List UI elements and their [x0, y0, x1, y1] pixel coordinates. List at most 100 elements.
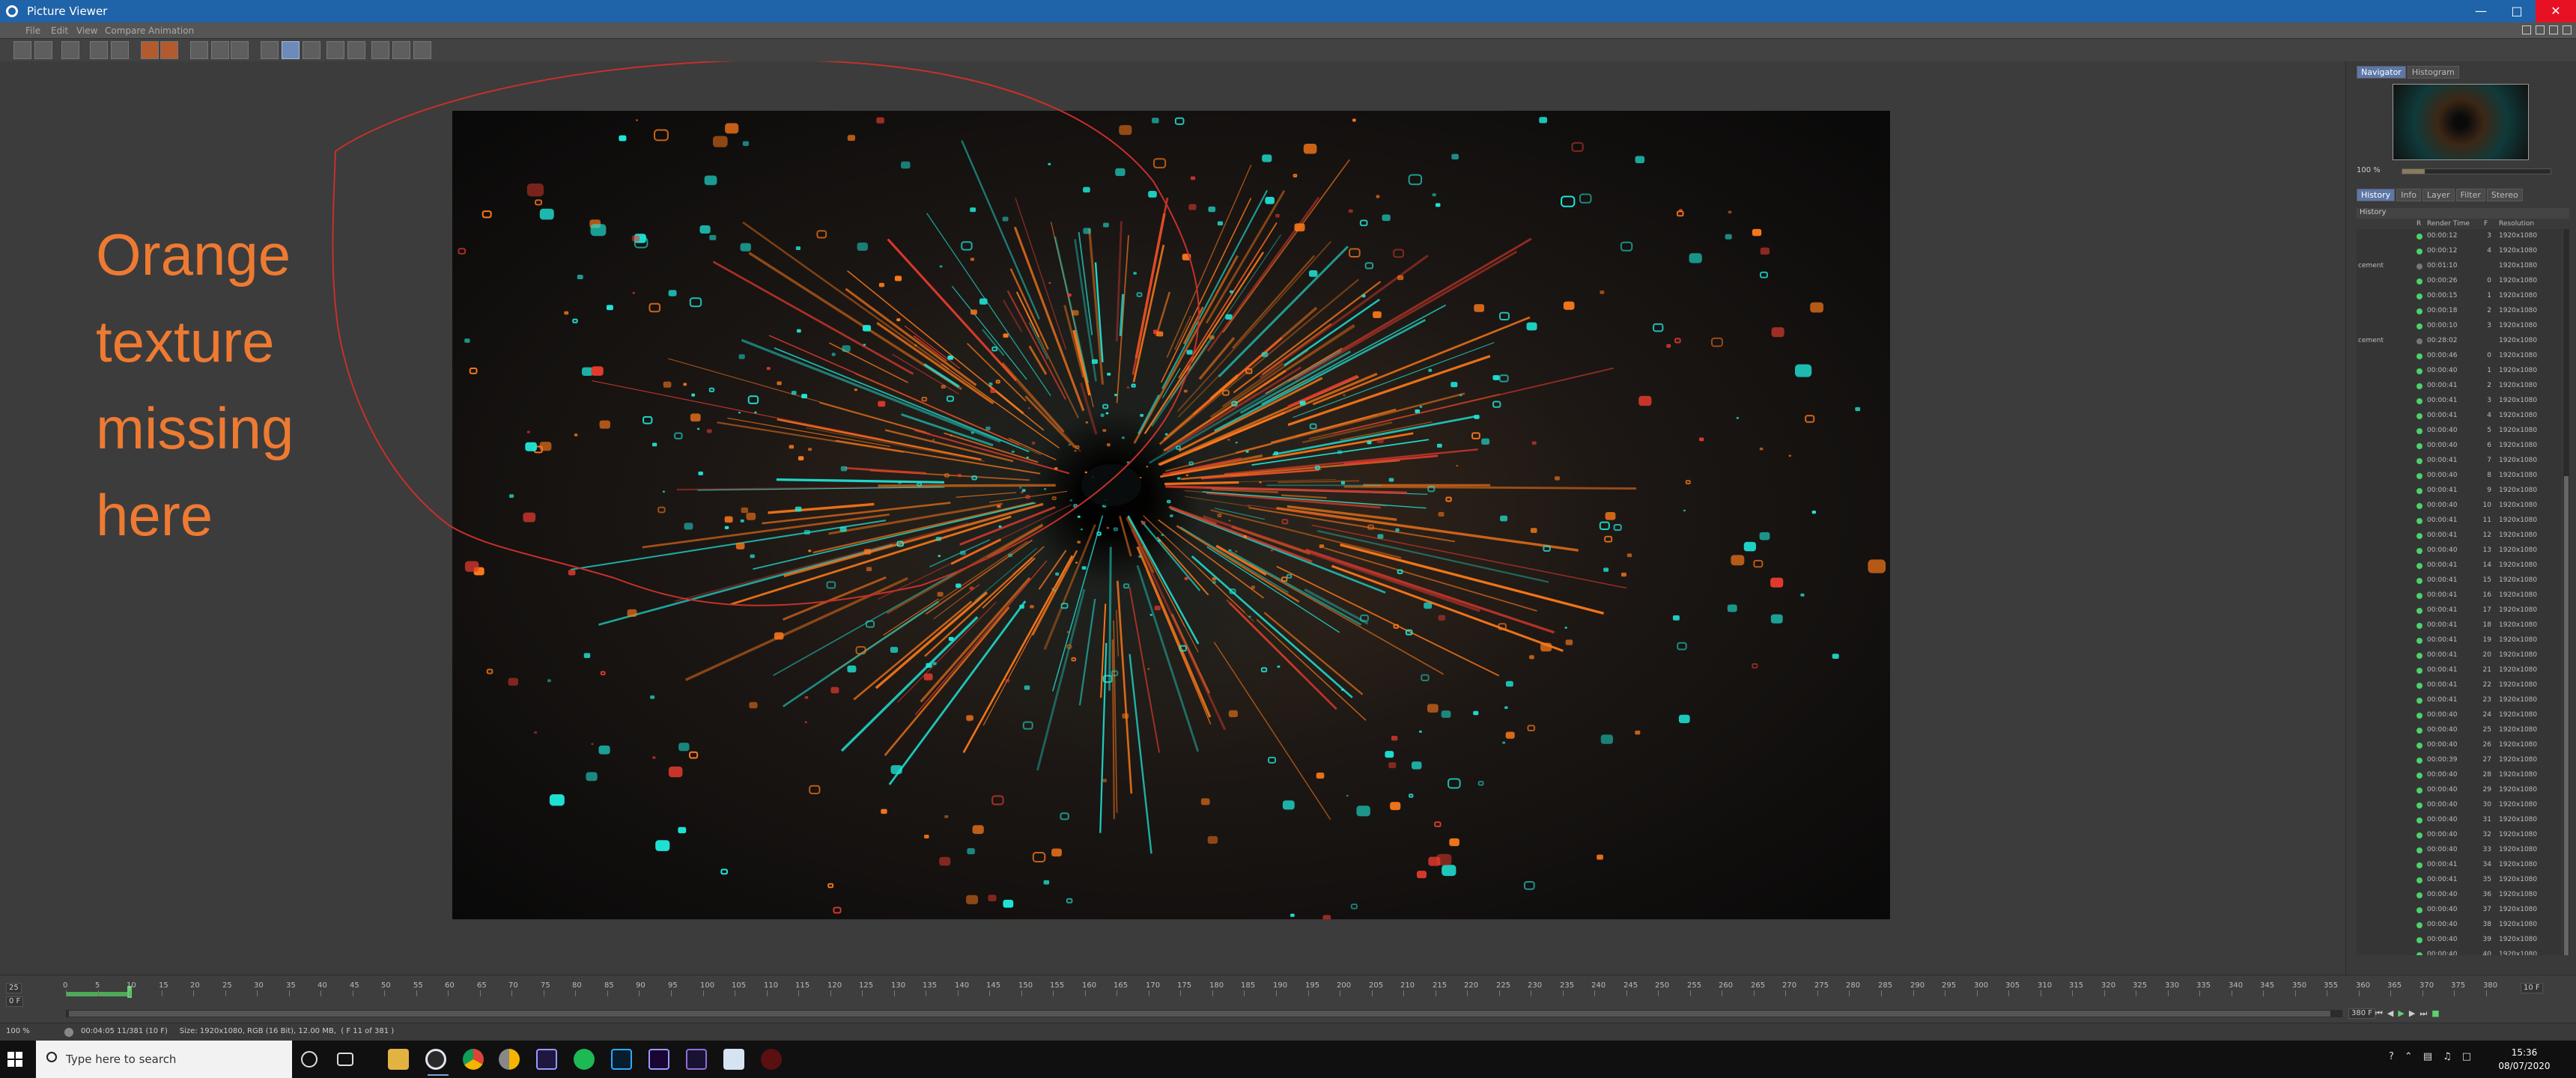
set-a-icon[interactable] [141, 41, 159, 59]
task-view-icon[interactable] [337, 1053, 353, 1066]
volume-icon[interactable]: ♫ [2443, 1051, 2452, 1062]
scrollbar-thumb[interactable] [2564, 476, 2569, 955]
ab-horizontal-icon[interactable] [326, 41, 344, 59]
help-icon[interactable]: ? [2389, 1051, 2394, 1062]
taskbar-search[interactable]: Type here to search [36, 1041, 292, 1078]
history-row[interactable]: 00:00:40 37 1920x1080 [2357, 903, 2562, 918]
cortana-icon[interactable] [301, 1051, 318, 1068]
history-row[interactable]: 00:00:40 25 1920x1080 [2357, 723, 2562, 738]
history-row[interactable]: 00:00:41 21 1920x1080 [2357, 663, 2562, 678]
history-row[interactable]: 00:00:26 0 1920x1080 [2357, 274, 2562, 289]
start-frame-field[interactable]: 0 F [6, 996, 24, 1007]
history-row[interactable]: 00:00:41 12 1920x1080 [2357, 529, 2562, 543]
history-row[interactable]: 00:00:41 11 1920x1080 [2357, 514, 2562, 529]
history-row[interactable]: 00:00:41 34 1920x1080 [2357, 858, 2562, 873]
history-row[interactable]: 00:00:41 20 1920x1080 [2357, 648, 2562, 663]
chrome-icon[interactable] [463, 1049, 484, 1070]
history-row[interactable]: 00:00:12 4 1920x1080 [2357, 244, 2562, 259]
render-region-icon[interactable] [190, 41, 208, 59]
history-row[interactable]: 00:00:40 13 1920x1080 [2357, 543, 2562, 558]
history-row[interactable]: 00:00:41 4 1920x1080 [2357, 409, 2562, 424]
copy-icon[interactable] [61, 41, 79, 59]
history-row[interactable]: 00:00:40 8 1920x1080 [2357, 469, 2562, 484]
photoshop-icon[interactable] [611, 1049, 632, 1070]
chrome-canary-icon[interactable] [499, 1049, 520, 1070]
history-row[interactable]: 00:00:40 39 1920x1080 [2357, 933, 2562, 948]
history-row[interactable]: 00:00:41 19 1920x1080 [2357, 633, 2562, 648]
chevron-up-icon[interactable]: ⌃ [2405, 1051, 2413, 1062]
render-image[interactable] [452, 111, 1890, 919]
tab-history[interactable]: History [2357, 189, 2396, 201]
split-view-icon[interactable] [282, 41, 300, 59]
history-row[interactable]: 00:00:40 32 1920x1080 [2357, 828, 2562, 843]
grid-view-icon[interactable] [303, 41, 321, 59]
prev-frame-icon[interactable]: ◀ [2387, 1008, 2393, 1019]
snapshot-icon[interactable] [211, 41, 229, 59]
history-row[interactable]: 00:00:41 9 1920x1080 [2357, 484, 2562, 499]
col-r[interactable]: R [2416, 220, 2421, 228]
history-row[interactable]: 00:00:40 30 1920x1080 [2357, 798, 2562, 813]
history-row[interactable]: cement 00:28:02 1920x1080 [2357, 334, 2562, 349]
history-row[interactable]: 00:00:10 3 1920x1080 [2357, 319, 2562, 334]
windows-start-icon[interactable] [7, 1052, 22, 1067]
tab-histogram[interactable]: Histogram [2407, 66, 2459, 79]
menu-edit[interactable]: Edit [51, 25, 68, 36]
cinema4d-icon[interactable] [425, 1049, 449, 1076]
media-encoder-icon[interactable] [686, 1049, 707, 1070]
play-icon[interactable]: ▶ [2398, 1008, 2404, 1019]
close-button[interactable]: ✕ [2536, 0, 2576, 22]
first-frame-icon[interactable]: ⏮ [2375, 1008, 2383, 1019]
col-frame[interactable]: F [2484, 220, 2488, 228]
set-b-icon[interactable] [160, 41, 178, 59]
history-row[interactable]: 00:00:40 5 1920x1080 [2357, 424, 2562, 439]
ab-vertical-icon[interactable] [347, 41, 365, 59]
scrollbar-thumb[interactable] [69, 1011, 2330, 1017]
notification-icon[interactable]: □ [2462, 1051, 2471, 1062]
notepad-icon[interactable] [723, 1049, 744, 1070]
history-row[interactable]: 00:00:40 26 1920x1080 [2357, 738, 2562, 753]
history-row[interactable]: 00:00:41 16 1920x1080 [2357, 588, 2562, 603]
overlay-icon[interactable] [392, 41, 410, 59]
status-zoom[interactable]: 100 % [6, 1027, 30, 1035]
after-effects-icon[interactable] [536, 1049, 557, 1070]
end-frame-field[interactable]: 380 F [2348, 1008, 2376, 1019]
tab-info[interactable]: Info [2396, 189, 2421, 201]
loop-icon[interactable]: ■ [2431, 1008, 2439, 1019]
zoom-icon[interactable] [111, 41, 129, 59]
history-row[interactable]: 00:00:41 3 1920x1080 [2357, 394, 2562, 409]
image-viewer[interactable]: Orange texture missing here [0, 61, 2344, 975]
history-row[interactable]: 00:00:40 28 1920x1080 [2357, 768, 2562, 783]
history-row[interactable]: 00:00:40 6 1920x1080 [2357, 439, 2562, 454]
history-list[interactable]: 00:00:12 3 1920x1080 00:00:12 4 1920x1080 ceme… [2357, 229, 2562, 955]
file-explorer-icon[interactable] [388, 1049, 409, 1070]
history-row[interactable]: 00:00:40 38 1920x1080 [2357, 918, 2562, 933]
spotify-icon[interactable] [574, 1049, 595, 1070]
difference-icon[interactable] [371, 41, 389, 59]
menu-compare[interactable]: Compare [105, 25, 145, 36]
tab-layer[interactable]: Layer [2422, 189, 2455, 201]
history-row[interactable]: 00:00:12 3 1920x1080 [2357, 229, 2562, 244]
history-row[interactable]: 00:00:41 15 1920x1080 [2357, 573, 2562, 588]
single-view-icon[interactable] [261, 41, 279, 59]
history-row[interactable]: 00:00:41 22 1920x1080 [2357, 678, 2562, 693]
network-icon[interactable]: ▤ [2423, 1051, 2432, 1062]
history-row[interactable]: 00:00:18 2 1920x1080 [2357, 304, 2562, 319]
premiere-icon[interactable] [648, 1049, 669, 1070]
history-row[interactable]: 00:00:39 27 1920x1080 [2357, 753, 2562, 768]
history-row[interactable]: 00:00:40 29 1920x1080 [2357, 783, 2562, 798]
compare-snapshot-icon[interactable] [231, 41, 249, 59]
history-row[interactable]: 00:00:40 33 1920x1080 [2357, 843, 2562, 858]
history-row[interactable]: 00:00:40 1 1920x1080 [2357, 364, 2562, 379]
history-row[interactable]: 00:00:41 35 1920x1080 [2357, 873, 2562, 888]
compare-ab-icon[interactable] [90, 41, 108, 59]
history-row[interactable]: 00:00:40 31 1920x1080 [2357, 813, 2562, 828]
taskbar-clock[interactable]: 15:36 08/07/2020 [2498, 1046, 2551, 1073]
navigator-zoom-value[interactable]: 100 % [2357, 166, 2381, 174]
minimize-button[interactable]: — [2464, 0, 2498, 22]
history-row[interactable]: 00:00:40 24 1920x1080 [2357, 708, 2562, 723]
timeline-scrollbar[interactable] [66, 1010, 2342, 1017]
menu-file[interactable]: File [25, 25, 40, 36]
history-row[interactable]: 00:00:15 1 1920x1080 [2357, 289, 2562, 304]
history-row[interactable]: 00:00:40 40 1920x1080 [2357, 948, 2562, 955]
history-row[interactable]: 00:00:40 36 1920x1080 [2357, 888, 2562, 903]
